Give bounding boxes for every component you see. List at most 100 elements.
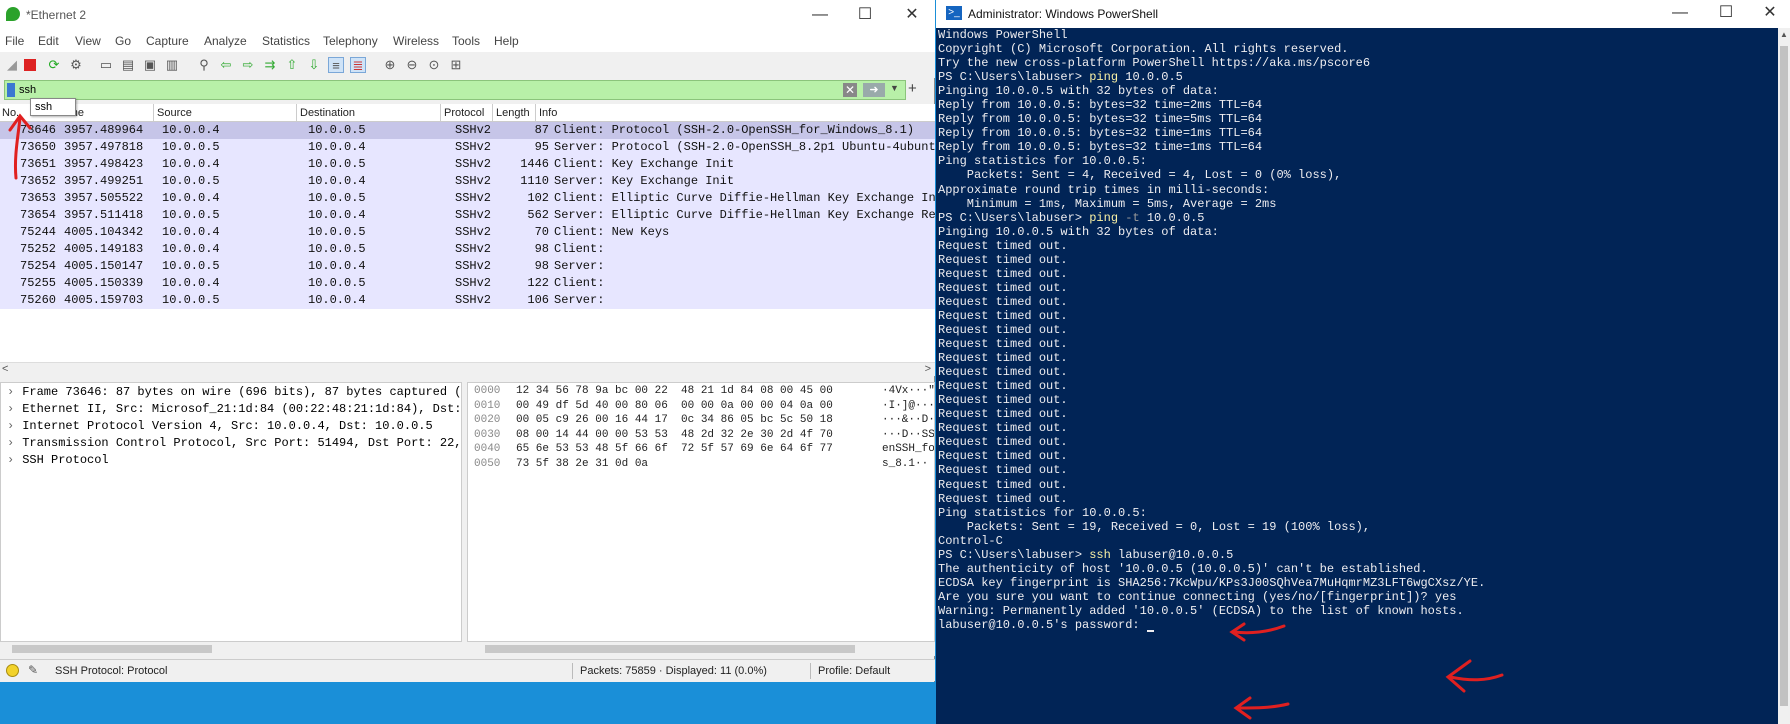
restart-capture-icon[interactable]: ⟳ (46, 57, 62, 73)
menu-capture[interactable]: Capture (146, 34, 189, 48)
packet-details-pane: › Frame 73646: 87 bytes on wire (696 bits… (0, 382, 462, 642)
packet-source: 10.0.0.4 (162, 191, 220, 205)
first-packet-icon[interactable]: ⇧ (284, 57, 300, 73)
menu-tools[interactable]: Tools (452, 34, 480, 48)
window-title: *Ethernet 2 (26, 8, 87, 22)
stop-capture-icon[interactable] (24, 59, 36, 71)
console-text: Reply from 10.0.0.5: bytes=32 time=5ms T… (938, 112, 1263, 127)
console-scrollbar[interactable]: ▲ (1778, 28, 1790, 724)
menu-file[interactable]: File (5, 34, 24, 48)
console-line: Request timed out. (938, 309, 1778, 323)
packet-row[interactable]: 75260 4005.159703 10.0.0.5 10.0.0.4 SSHv2 106… (0, 292, 935, 309)
col-source[interactable]: Source (157, 107, 192, 119)
console-text: Request timed out. (938, 294, 1068, 309)
menu-edit[interactable]: Edit (38, 34, 59, 48)
packet-row[interactable]: 73650 3957.497818 10.0.0.5 10.0.0.4 SSHv2 95 S… (0, 139, 935, 156)
menu-go[interactable]: Go (115, 34, 131, 48)
expert-info-icon[interactable] (6, 664, 19, 677)
go-forward-icon[interactable]: ⇨ (240, 57, 256, 73)
packet-row[interactable]: 75255 4005.150339 10.0.0.4 10.0.0.5 SSHv2 122… (0, 275, 935, 292)
packet-row[interactable]: 75252 4005.149183 10.0.0.4 10.0.0.5 SSHv2 98 C… (0, 241, 935, 258)
start-capture-icon[interactable]: ◢ (4, 57, 20, 73)
detail-tree-item[interactable]: › Transmission Control Protocol, Src Port… (7, 436, 461, 450)
filter-dropdown-icon[interactable]: ▼ (890, 83, 899, 93)
last-packet-icon[interactable]: ⇩ (306, 57, 322, 73)
packet-row[interactable]: 75254 4005.150147 10.0.0.5 10.0.0.4 SSHv2 98 S… (0, 258, 935, 275)
autoscroll-icon[interactable]: ≡ (328, 57, 344, 73)
close-button[interactable]: ✕ (892, 4, 932, 26)
packet-length: 102 (527, 191, 549, 205)
detail-tree-item[interactable]: › Internet Protocol Version 4, Src: 10.0.… (7, 419, 433, 433)
packet-row[interactable]: 75244 4005.104342 10.0.0.4 10.0.0.5 SSHv2 70 C… (0, 224, 935, 241)
menu-analyze[interactable]: Analyze (204, 34, 247, 48)
go-to-packet-icon[interactable]: ⇉ (262, 57, 278, 73)
chevron-right-icon[interactable]: › (7, 453, 14, 467)
packet-info: Server: Elliptic Curve Diffie-Hellman Ke… (554, 208, 935, 222)
add-filter-button-icon[interactable]: + (908, 80, 917, 97)
console-line: Control-C (938, 534, 1778, 548)
zoom-out-icon[interactable]: ⊖ (404, 57, 420, 73)
hex-ascii: enSSH_fo (882, 443, 935, 455)
col-length[interactable]: Length (496, 107, 530, 119)
packet-list-scrollbar[interactable]: < > (0, 362, 935, 376)
normal-size-icon[interactable]: ⊙ (426, 57, 442, 73)
menu-statistics[interactable]: Statistics (262, 34, 310, 48)
console-text: Request timed out. (938, 365, 1068, 380)
detail-tree-item[interactable]: › SSH Protocol (7, 453, 109, 467)
status-profile[interactable]: Profile: Default (818, 665, 890, 677)
maximize-button[interactable]: ☐ (845, 4, 885, 26)
colorize-icon[interactable]: ≣ (350, 57, 366, 73)
col-destination[interactable]: Destination (300, 107, 355, 119)
chevron-right-icon[interactable]: › (7, 385, 14, 399)
packet-protocol: SSHv2 (455, 259, 492, 273)
packet-row[interactable]: 73646 3957.489964 10.0.0.4 10.0.0.5 SSHv2 87 C… (0, 122, 935, 139)
col-no[interactable]: No. (2, 107, 19, 119)
capture-comment-icon[interactable]: ✎ (28, 663, 38, 677)
bookmark-icon[interactable] (7, 83, 15, 97)
console-text: Request timed out. (938, 351, 1068, 366)
chevron-right-icon[interactable]: › (7, 402, 14, 416)
menu-telephony[interactable]: Telephony (323, 34, 378, 48)
chevron-right-icon[interactable]: › (7, 436, 14, 450)
close-file-icon[interactable]: ▣ (142, 57, 158, 73)
details-scrollbar[interactable] (0, 642, 462, 656)
console-output[interactable]: Windows PowerShell Copyright (C) Microsof… (938, 28, 1778, 724)
ps-close-button[interactable]: ✕ (1750, 2, 1790, 24)
zoom-in-icon[interactable]: ⊕ (382, 57, 398, 73)
ps-minimize-button[interactable]: — (1660, 2, 1700, 24)
detail-tree-item[interactable]: › Frame 73646: 87 bytes on wire (696 bits… (7, 385, 461, 399)
ps-maximize-button[interactable]: ☐ (1706, 2, 1746, 24)
menu-wireless[interactable]: Wireless (393, 34, 439, 48)
packet-no: 73646 (20, 123, 57, 137)
col-protocol[interactable]: Protocol (444, 107, 484, 119)
display-filter-input[interactable] (19, 82, 839, 98)
find-packet-icon[interactable]: ⚲ (196, 57, 212, 73)
apply-filter-icon[interactable]: ➜ (863, 83, 885, 97)
console-args: 10.0.0.5 (1139, 210, 1205, 225)
packet-row[interactable]: 73654 3957.511418 10.0.0.5 10.0.0.4 SSHv2 562… (0, 207, 935, 224)
detail-tree-item[interactable]: › Ethernet II, Src: Microsof_21:1d:84 (00… (7, 402, 461, 416)
console-prompt: PS C:\Users\labuser> (938, 210, 1090, 225)
filter-autocomplete-popup[interactable]: ssh (30, 98, 76, 116)
col-info[interactable]: Info (539, 107, 557, 119)
console-text: The authenticity of host '10.0.0.5 (10.0… (938, 561, 1428, 576)
reload-file-icon[interactable]: ▥ (164, 57, 180, 73)
save-file-icon[interactable]: ▤ (120, 57, 136, 73)
bytes-scrollbar[interactable] (467, 642, 935, 656)
packet-row[interactable]: 73651 3957.498423 10.0.0.4 10.0.0.5 SSHv2 144… (0, 156, 935, 173)
packet-length: 106 (527, 293, 549, 307)
console-text: Copyright (C) Microsoft Corporation. All… (938, 42, 1349, 57)
menu-view[interactable]: View (75, 34, 101, 48)
clear-filter-icon[interactable]: ✕ (843, 83, 857, 97)
menu-help[interactable]: Help (494, 34, 519, 48)
capture-options-icon[interactable]: ⚙ (68, 57, 84, 73)
packet-row[interactable]: 73652 3957.499251 10.0.0.5 10.0.0.4 SSHv2 111… (0, 173, 935, 190)
chevron-right-icon[interactable]: › (7, 419, 14, 433)
packet-row[interactable]: 73653 3957.505522 10.0.0.4 10.0.0.5 SSHv2 102… (0, 190, 935, 207)
open-file-icon[interactable]: ▭ (98, 57, 114, 73)
go-back-icon[interactable]: ⇦ (218, 57, 234, 73)
packet-destination: 10.0.0.4 (308, 174, 366, 188)
main-toolbar: ◢ ⟳ ⚙ ▭ ▤ ▣ ▥ ⚲ ⇦ ⇨ ⇉ ⇧ ⇩ ≡ ≣ ⊕ ⊖ ⊙ ⊞ (0, 52, 935, 78)
minimize-button[interactable]: — (800, 4, 840, 26)
resize-columns-icon[interactable]: ⊞ (448, 57, 464, 73)
